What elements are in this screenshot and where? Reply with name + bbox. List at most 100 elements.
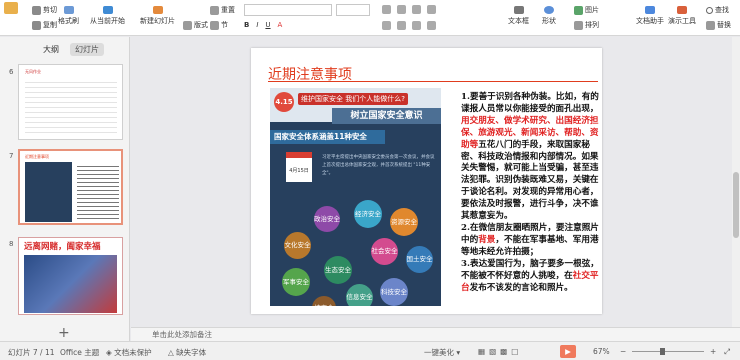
layout-button[interactable]: 版式 xyxy=(183,20,208,30)
paste-button[interactable] xyxy=(4,2,18,16)
align-right-icon[interactable] xyxy=(412,21,421,30)
scrollbar-thumb[interactable] xyxy=(733,172,739,238)
slide-number: 8 xyxy=(9,240,14,248)
add-slide-button[interactable]: + xyxy=(58,325,70,341)
bold-icon[interactable]: B xyxy=(244,21,249,29)
font-size-select[interactable] xyxy=(336,4,370,16)
zoom-slider[interactable] xyxy=(632,351,704,352)
slide-7[interactable]: 近期注意事项 4.15 维护国家安全 我们个人能做什么? 树立国家安全意识 国家… xyxy=(251,48,602,314)
missing-font-status[interactable]: △ 缺失字体 xyxy=(168,347,206,358)
zoom-out-icon[interactable]: − xyxy=(620,347,626,356)
poster-paragraph: 习近平主席提出中央国家安全委员会第一次会议，并会议上首次提出总体国家安全观，并首… xyxy=(322,155,435,176)
reset-button[interactable]: 重置 xyxy=(210,5,235,15)
poster-date-badge: 4.15 xyxy=(274,92,294,112)
section-icon xyxy=(210,20,219,30)
slide-number: 7 xyxy=(9,152,14,160)
align-left-icon[interactable] xyxy=(382,21,391,30)
notice-paragraph-3: 3.表达爱国行为，脑子要多一根弦，不能被不怀好意的人挑唆，在社交平台发布不该发的… xyxy=(461,258,599,293)
new-slide-icon xyxy=(152,6,163,14)
notice-paragraph-2: 2.在微信朋友圈晒照片，要注意照片中的背景，不能在军事基地、军用港等地未经允许拍… xyxy=(461,222,599,257)
vertical-scrollbar[interactable] xyxy=(732,37,740,327)
bubble-technology-security: 科技安全 xyxy=(380,278,408,306)
scissors-icon xyxy=(32,5,41,15)
poster-band: 树立国家安全意识 xyxy=(332,108,441,124)
slide-thumbnail-8[interactable]: 远离网赌，阖家幸福 xyxy=(18,237,123,315)
brush-icon xyxy=(63,6,74,14)
zoom-in-icon[interactable]: + xyxy=(710,347,716,356)
bubble-nuclear-security: 核安全 xyxy=(312,296,336,306)
bubble-resource-security: 资源安全 xyxy=(390,208,418,236)
bubble-information-security: 信息安全 xyxy=(346,284,373,306)
tab-outline[interactable]: 大纲 xyxy=(38,43,64,56)
italic-icon[interactable]: I xyxy=(256,21,258,29)
font-color-icon[interactable]: A xyxy=(278,21,283,29)
align-group xyxy=(382,21,436,30)
arrange-icon xyxy=(574,20,583,30)
picture-icon xyxy=(574,5,583,15)
bubble-territorial-security: 国土安全 xyxy=(406,246,433,273)
text-box-button[interactable]: 文本框 xyxy=(508,6,529,26)
picture-button[interactable]: 图片 xyxy=(574,5,599,15)
format-painter-button[interactable]: 格式刷 xyxy=(58,6,79,26)
play-icon xyxy=(102,6,113,14)
paragraph-group xyxy=(382,5,436,14)
notes-pane[interactable]: 单击此处添加备注 xyxy=(131,327,740,341)
layout-icon xyxy=(183,20,192,30)
national-security-poster[interactable]: 4.15 维护国家安全 我们个人能做什么? 树立国家安全意识 国家安全体系涵盖1… xyxy=(270,88,441,306)
find-button[interactable]: 查找 xyxy=(706,5,729,15)
panel-tabs: 大纲 幻灯片 xyxy=(38,43,104,56)
bullet-list-icon[interactable] xyxy=(382,5,391,14)
zoom-slider-handle[interactable] xyxy=(660,348,665,355)
thumb-text-lines xyxy=(77,163,119,221)
number-list-icon[interactable] xyxy=(397,5,406,14)
section-button[interactable]: 节 xyxy=(210,20,228,30)
poster-system-title: 国家安全体系涵盖11种安全 xyxy=(270,130,385,144)
text-box-icon xyxy=(513,6,524,14)
bubble-ecological-security: 生态安全 xyxy=(324,256,352,284)
shield-icon: ◈ xyxy=(106,348,115,357)
copy-icon xyxy=(32,20,41,30)
slide-thumbnail-panel: 大纲 幻灯片 6 无风作业 7 近期注意事项 8 远离网赌，阖家幸福 + xyxy=(0,37,130,341)
indent-icon[interactable] xyxy=(412,5,421,14)
presentation-tools-button[interactable]: 演示工具 xyxy=(668,6,696,26)
shape-button[interactable]: 形状 xyxy=(542,6,556,26)
tab-slides[interactable]: 幻灯片 xyxy=(70,43,104,56)
new-slide-button[interactable]: 新建幻灯片 xyxy=(140,6,175,26)
notice-paragraph-1: 1.要善于识别各种伪装。比如，有的谍报人员常以你能接受的面孔出现，用交朋友、做学… xyxy=(461,92,599,222)
slide-count: 幻灯片 7 / 11 xyxy=(8,348,55,357)
fit-window-icon[interactable]: ⤢ xyxy=(724,347,730,357)
replace-button[interactable]: 替换 xyxy=(706,20,731,30)
view-mode-icons[interactable]: ▦▧▩□ xyxy=(478,347,522,356)
font-family-select[interactable] xyxy=(244,4,332,16)
underline-icon[interactable]: U xyxy=(265,21,270,29)
doc-assistant-button[interactable]: 文档助手 xyxy=(636,6,664,26)
assistant-icon xyxy=(645,6,655,14)
bubble-military-security: 军事安全 xyxy=(282,268,310,296)
font-format-group: B I U A xyxy=(244,21,282,29)
poster-calendar: 4月15日 xyxy=(286,152,312,182)
title-underline xyxy=(268,81,598,82)
thumb-image xyxy=(24,255,117,313)
thumb-title: 无风作业 xyxy=(25,69,41,74)
copy-button[interactable]: 复制 xyxy=(32,20,57,30)
align-center-icon[interactable] xyxy=(397,21,406,30)
replace-icon xyxy=(706,20,715,30)
thumb-title: 近期注意事项 xyxy=(25,154,49,159)
doc-protect-status[interactable]: ◈ 文档未保护 xyxy=(106,347,152,358)
justify-icon[interactable] xyxy=(427,21,436,30)
zoom-level[interactable]: 67% xyxy=(593,347,610,356)
slide-thumbnail-6[interactable]: 无风作业 xyxy=(18,64,123,140)
play-from-current-button[interactable]: 从当前开始 xyxy=(90,6,125,26)
notice-text-block[interactable]: 1.要善于识别各种伪装。比如，有的谍报人员常以你能接受的面孔出现，用交朋友、做学… xyxy=(461,92,603,294)
arrange-button[interactable]: 排列 xyxy=(574,20,599,30)
thumb-title: 远离网赌，阖家幸福 xyxy=(24,242,101,252)
beautify-button[interactable]: 一键美化 ▾ xyxy=(424,347,460,358)
theme-name[interactable]: Office 主题 xyxy=(60,347,99,358)
slide-thumbnail-7[interactable]: 近期注意事项 xyxy=(18,149,123,225)
bubble-economic-security: 经济安全 xyxy=(354,200,382,228)
thumb-poster xyxy=(25,162,72,222)
notes-placeholder: 单击此处添加备注 xyxy=(152,330,212,339)
play-slideshow-icon[interactable]: ▶ xyxy=(560,345,576,358)
cut-button[interactable]: 剪切 xyxy=(32,5,57,15)
line-spacing-icon[interactable] xyxy=(427,5,436,14)
